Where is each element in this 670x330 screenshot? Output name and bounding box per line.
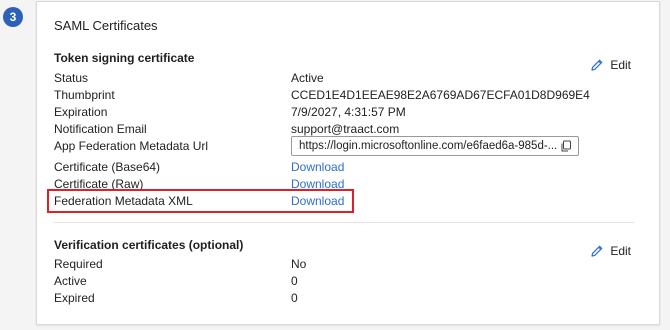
app-federation-metadata-url-label: App Federation Metadata Url (54, 139, 209, 153)
row-expired: Expired 0 (54, 291, 614, 307)
active-label: Active (54, 274, 87, 288)
metadata-url-field[interactable]: https://login.microsoftonline.com/e6faed… (291, 136, 579, 156)
required-value: No (291, 257, 307, 271)
expiration-label: Expiration (54, 105, 108, 119)
edit-label: Edit (610, 58, 631, 72)
pencil-icon (591, 59, 603, 71)
row-required: Required No (54, 257, 614, 273)
status-value: Active (291, 71, 324, 85)
active-value: 0 (291, 274, 298, 288)
row-thumbprint: Thumbprint CCED1E4D1EEAE98E2A6769AD67ECF… (54, 88, 614, 104)
thumbprint-label: Thumbprint (54, 88, 115, 102)
token-signing-edit-button[interactable]: Edit (590, 58, 631, 72)
certificate-base64-download-link[interactable]: Download (291, 160, 344, 174)
section-divider (54, 222, 634, 223)
expired-value: 0 (291, 291, 298, 305)
step-number-badge: 3 (3, 7, 23, 27)
pencil-icon (591, 245, 603, 257)
row-certificate-base64: Certificate (Base64) Download (54, 160, 614, 176)
edit-label: Edit (610, 244, 631, 258)
row-federation-metadata-xml: Federation Metadata XML Download (54, 194, 614, 210)
expired-label: Expired (54, 291, 95, 305)
notification-email-label: Notification Email (54, 122, 147, 136)
verification-edit-button[interactable]: Edit (590, 244, 631, 258)
copy-icon[interactable] (560, 140, 572, 152)
thumbprint-value: CCED1E4D1EEAE98E2A6769AD67ECFA01D8D969E4 (291, 88, 590, 102)
row-status: Status Active (54, 71, 614, 87)
required-label: Required (54, 257, 103, 271)
row-expiration: Expiration 7/9/2027, 4:31:57 PM (54, 105, 614, 121)
status-label: Status (54, 71, 89, 85)
federation-metadata-xml-download-link[interactable]: Download (291, 194, 344, 208)
expiration-value: 7/9/2027, 4:31:57 PM (291, 105, 406, 119)
metadata-url-value: https://login.microsoftonline.com/e6faed… (299, 140, 558, 152)
row-app-federation-metadata-url: App Federation Metadata Url https://logi… (54, 136, 614, 156)
card-title: SAML Certificates (54, 18, 158, 33)
saml-certificates-card: SAML Certificates Token signing certific… (36, 1, 660, 325)
row-active: Active 0 (54, 274, 614, 290)
certificate-base64-label: Certificate (Base64) (54, 160, 161, 174)
notification-email-value: support@traact.com (291, 122, 400, 136)
token-signing-section-title: Token signing certificate (54, 51, 195, 65)
federation-metadata-xml-label: Federation Metadata XML (54, 194, 193, 208)
verification-section-title: Verification certificates (optional) (54, 238, 244, 252)
